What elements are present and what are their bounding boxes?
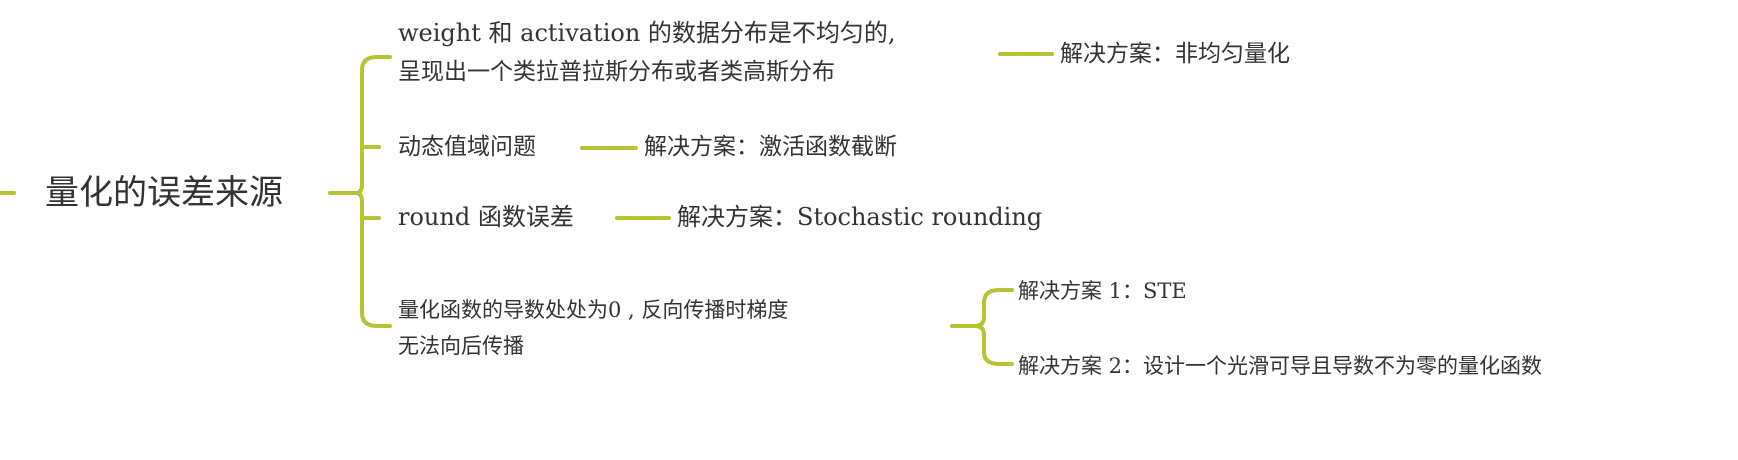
branch-2-solution[interactable]: 解决方案：激活函数截断 (644, 134, 897, 161)
branch-3-solution[interactable]: 解决方案：Stochastic rounding (677, 204, 1042, 231)
branch-4-solution-1[interactable]: 解决方案 1：STE (1018, 278, 1187, 305)
mindmap-canvas: 量化的误差来源 weight 和 activation 的数据分布是不均匀的, … (0, 0, 1738, 460)
sub-bracket-lower-line (973, 324, 1014, 366)
branch-4-solution-2[interactable]: 解决方案 2：设计一个光滑可导且导数不为零的量化函数 (1018, 353, 1542, 380)
branch-2-label[interactable]: 动态值域问题 (398, 134, 536, 161)
branch-1-solution[interactable]: 解决方案：非均匀量化 (1060, 41, 1290, 68)
root-node[interactable]: 量化的误差来源 (45, 173, 283, 213)
branch-1-line-1[interactable]: weight 和 activation 的数据分布是不均匀的, (398, 20, 896, 47)
branch-3-label[interactable]: round 函数误差 (398, 204, 574, 231)
sub-bracket-line (973, 288, 1014, 328)
main-bracket-line (351, 55, 392, 195)
branch-4-line-2: 无法向后传播 (398, 334, 524, 358)
branch-1-line-2: 呈现出一个类拉普拉斯分布或者类高斯分布 (398, 59, 835, 85)
main-bracket-lower-line (354, 191, 392, 328)
branch-4-line-1[interactable]: 量化函数的导数处处为0 , 反向传播时梯度 (398, 297, 788, 324)
